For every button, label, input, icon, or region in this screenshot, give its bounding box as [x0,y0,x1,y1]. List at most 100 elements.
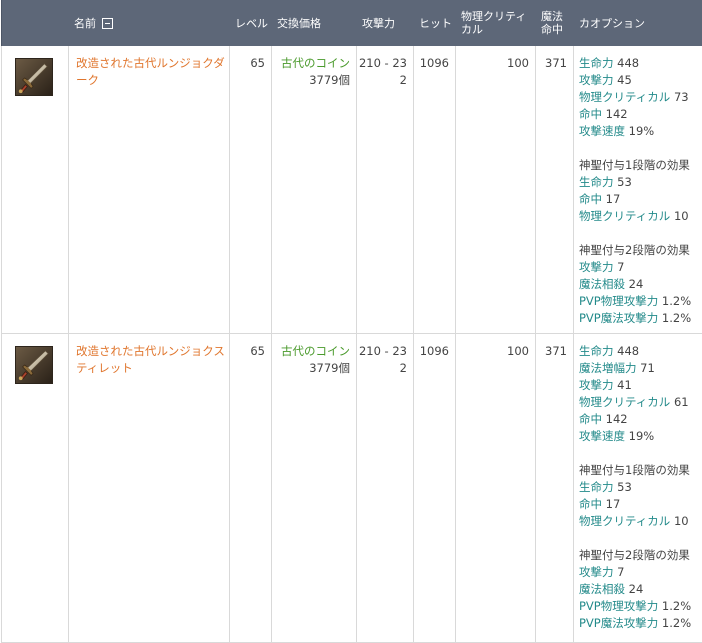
item-phys-crit: 100 [456,46,536,333]
header-phys-crit: 物理クリティカル [456,0,536,46]
option-heading: 神聖付与1段階の効果 [579,462,698,479]
option-label: 魔法相殺 [579,277,625,291]
option-line: 魔法相殺 24 [579,581,698,598]
option-line: 物理クリティカル 73 [579,89,698,106]
option-line: 攻撃力 7 [579,259,698,276]
item-price-cell: 古代のコイン 3779個 [272,46,357,333]
option-label: 生命力 [579,344,614,358]
item-options: 生命力 448魔法増幅力 71攻撃力 41物理クリティカル 61命中 142攻撃… [574,333,702,642]
price-amount: 3779個 [309,73,350,87]
option-value: 24 [625,277,643,291]
option-label: 物理クリティカル [579,209,670,223]
option-line: PVP魔法攻撃力 1.2% [579,615,698,632]
option-line: 魔法増幅力 71 [579,360,698,377]
option-spacer [579,225,698,242]
option-value: 17 [602,192,620,206]
option-value: 7 [614,260,625,274]
item-magic-acc: 371 [536,333,574,642]
table-header-row: 名前 レベル 交換価格 攻撃力 ヒット 物理クリティカル 魔法命中 カオプション [2,0,702,46]
option-value: 7 [614,565,625,579]
header-level: レベル [230,0,272,46]
header-attack: 攻撃力 [357,0,414,46]
table-row: 改造された古代ルンジョクダーク 65 古代のコイン 3779個 210 - 23… [2,46,702,333]
option-value: 71 [637,361,655,375]
option-label: PVP魔法攻撃力 [579,311,658,325]
option-line: PVP魔法攻撃力 1.2% [579,310,698,327]
item-table: 名前 レベル 交換価格 攻撃力 ヒット 物理クリティカル 魔法命中 カオプション [1,0,702,643]
item-name-link[interactable]: 改造された古代ルンジョクスティレット [76,344,225,375]
header-icon [2,0,69,46]
option-label: 攻撃力 [579,73,614,87]
price-amount: 3779個 [309,361,350,375]
item-name-link[interactable]: 改造された古代ルンジョクダーク [76,56,225,87]
table-row: 改造された古代ルンジョクスティレット 65 古代のコイン 3779個 210 -… [2,333,702,642]
dagger-icon[interactable] [15,58,53,96]
option-label: 命中 [579,192,602,206]
option-value: 448 [614,56,640,70]
option-label: 命中 [579,107,602,121]
option-label: 命中 [579,412,602,426]
item-icon-cell [2,46,69,333]
item-magic-acc: 371 [536,46,574,333]
header-price: 交換価格 [272,0,357,46]
option-label: 魔法増幅力 [579,361,637,375]
option-value: 41 [614,378,632,392]
option-line: 魔法相殺 24 [579,276,698,293]
option-value: 142 [602,412,628,426]
option-label: PVP物理攻撃力 [579,599,658,613]
option-value: 73 [670,90,688,104]
header-hit: ヒット [414,0,456,46]
item-icon-cell [2,333,69,642]
option-line: 物理クリティカル 61 [579,394,698,411]
header-name-label: 名前 [74,17,96,30]
collapse-toggle-icon[interactable] [102,18,113,29]
item-attack: 210 - 232 [357,333,414,642]
option-label: 命中 [579,497,602,511]
option-value: 53 [614,480,632,494]
option-label: 攻撃力 [579,565,614,579]
item-hit: 1096 [414,46,456,333]
option-line: 命中 17 [579,496,698,513]
item-level: 65 [230,46,272,333]
option-label: 生命力 [579,480,614,494]
option-line: 物理クリティカル 10 [579,513,698,530]
option-value: 10 [670,514,688,528]
option-value: 24 [625,582,643,596]
option-label: 攻撃速度 [579,124,625,138]
option-value: 448 [614,344,640,358]
option-label: 物理クリティカル [579,90,670,104]
stiletto-icon[interactable] [15,346,53,384]
option-line: 攻撃力 45 [579,72,698,89]
item-hit: 1096 [414,333,456,642]
option-line: PVP物理攻撃力 1.2% [579,598,698,615]
option-line: 生命力 448 [579,55,698,72]
option-line: 攻撃速度 19% [579,123,698,140]
option-value: 10 [670,209,688,223]
item-name-cell: 改造された古代ルンジョクダーク [69,46,230,333]
option-heading: 神聖付与1段階の効果 [579,157,698,174]
option-value: 19% [625,429,654,443]
item-level: 65 [230,333,272,642]
option-line: 命中 142 [579,106,698,123]
option-value: 1.2% [658,311,691,325]
option-label: 攻撃力 [579,378,614,392]
option-value: 1.2% [658,599,691,613]
option-label: 生命力 [579,175,614,189]
option-line: 生命力 448 [579,343,698,360]
option-label: 魔法相殺 [579,582,625,596]
option-line: 攻撃力 41 [579,377,698,394]
header-name: 名前 [69,0,230,46]
option-label: 攻撃速度 [579,429,625,443]
option-heading: 神聖付与2段階の効果 [579,547,698,564]
item-price-cell: 古代のコイン 3779個 [272,333,357,642]
option-value: 53 [614,175,632,189]
price-currency: 古代のコイン [272,55,350,72]
option-line: 命中 142 [579,411,698,428]
option-label: 攻撃力 [579,260,614,274]
option-value: 17 [602,497,620,511]
option-value: 61 [670,395,688,409]
option-value: 19% [625,124,654,138]
option-heading: 神聖付与2段階の効果 [579,242,698,259]
item-name-cell: 改造された古代ルンジョクスティレット [69,333,230,642]
option-value: 1.2% [658,294,691,308]
